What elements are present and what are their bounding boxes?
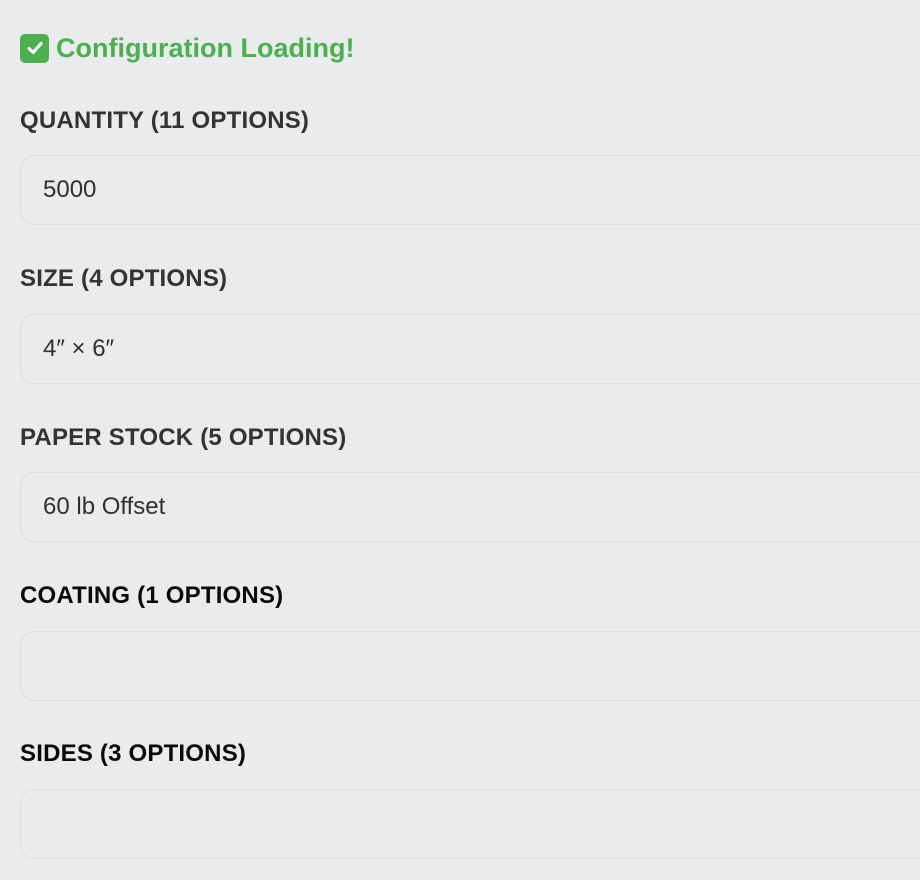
sides-select[interactable] — [20, 789, 920, 859]
sides-label: SIDES (3 OPTIONS) — [20, 740, 247, 767]
status-message: Configuration Loading! — [20, 30, 354, 66]
size-select[interactable]: 4″ × 6″ — [20, 314, 920, 384]
coating-label: COATING (1 OPTIONS) — [20, 582, 284, 609]
quantity-select[interactable]: 5000 — [20, 155, 920, 225]
paper-stock-label: PAPER STOCK (5 OPTIONS) — [20, 424, 347, 451]
status-text: Configuration Loading! — [56, 32, 355, 63]
coating-select[interactable] — [20, 631, 920, 701]
quantity-label: QUANTITY (11 OPTIONS) — [20, 107, 310, 134]
check-box-icon — [20, 33, 49, 63]
configuration-panel: Configuration Loading! QUANTITY (11 OPTI… — [0, 0, 920, 880]
paper-stock-select[interactable]: 60 lb Offset — [20, 472, 920, 542]
size-label: SIZE (4 OPTIONS) — [20, 265, 228, 292]
